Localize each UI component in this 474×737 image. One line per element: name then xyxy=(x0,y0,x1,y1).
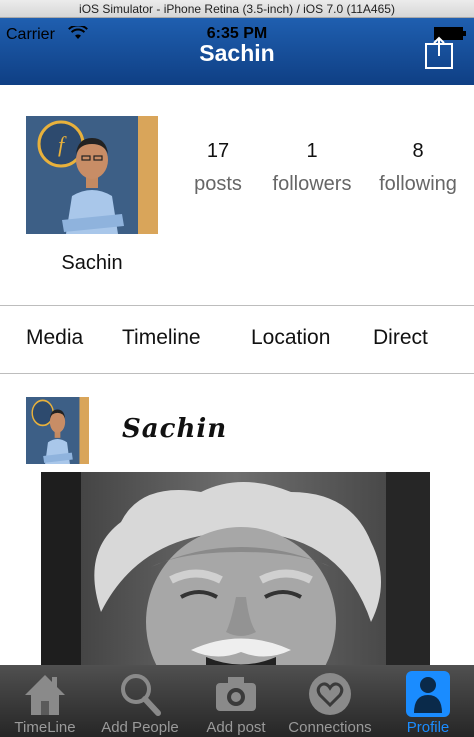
following-label: following xyxy=(379,173,457,195)
stat-following[interactable]: 8 following xyxy=(368,140,468,196)
stat-followers[interactable]: 1 followers xyxy=(262,140,362,196)
tabbar-label-profile: Profile xyxy=(406,719,450,736)
tabbar-label-connections: Connections xyxy=(288,719,372,736)
heart-icon xyxy=(309,673,351,715)
divider-bottom xyxy=(0,373,474,374)
tab-direct[interactable]: Direct xyxy=(373,326,428,350)
tab-location[interactable]: Location xyxy=(251,326,330,350)
avatar-photo: f xyxy=(26,116,158,234)
post-photo xyxy=(41,472,430,672)
posts-label: posts xyxy=(194,173,242,195)
stat-posts[interactable]: 17 posts xyxy=(168,140,268,196)
post-author-avatar[interactable] xyxy=(26,397,89,464)
followers-label: followers xyxy=(272,173,352,195)
followers-count: 1 xyxy=(306,140,318,162)
tab-timeline[interactable]: Timeline xyxy=(122,326,201,350)
post-avatar-photo xyxy=(26,397,89,464)
posts-count: 17 xyxy=(206,140,230,162)
tab-bar: TimeLine Add People Add post Connections… xyxy=(0,665,474,737)
tabbar-label-timeline: TimeLine xyxy=(14,719,76,736)
nav-title: Sachin xyxy=(199,40,275,66)
simulator-title: iOS Simulator - iPhone Retina (3.5-inch)… xyxy=(79,2,395,16)
tabbar-item-add-post[interactable]: Add post xyxy=(194,665,278,737)
navigation-bar: Carrier 6:35 PM Sachin xyxy=(0,18,474,85)
tabbar-label-add-post: Add post xyxy=(206,719,266,736)
tabbar-item-add-people[interactable]: Add People xyxy=(92,665,188,737)
tabbar-item-connections[interactable]: Connections xyxy=(282,665,378,737)
profile-avatar[interactable]: f xyxy=(26,116,158,234)
home-icon xyxy=(25,675,65,715)
share-button[interactable] xyxy=(424,36,456,70)
tabbar-label-add-people: Add People xyxy=(101,719,179,736)
search-icon xyxy=(121,674,161,716)
post-author-name[interactable]: Sachin xyxy=(122,414,227,444)
post-image[interactable] xyxy=(41,472,430,672)
tabbar-item-timeline[interactable]: TimeLine xyxy=(0,665,90,737)
divider-top xyxy=(0,305,474,306)
simulator-title-bar: iOS Simulator - iPhone Retina (3.5-inch)… xyxy=(0,0,474,18)
person-icon xyxy=(406,671,450,717)
following-count: 8 xyxy=(412,140,424,162)
tab-media[interactable]: Media xyxy=(26,326,83,350)
camera-icon xyxy=(216,677,256,711)
profile-name: Sachin xyxy=(61,252,123,274)
tabbar-item-profile[interactable]: Profile xyxy=(388,665,468,737)
